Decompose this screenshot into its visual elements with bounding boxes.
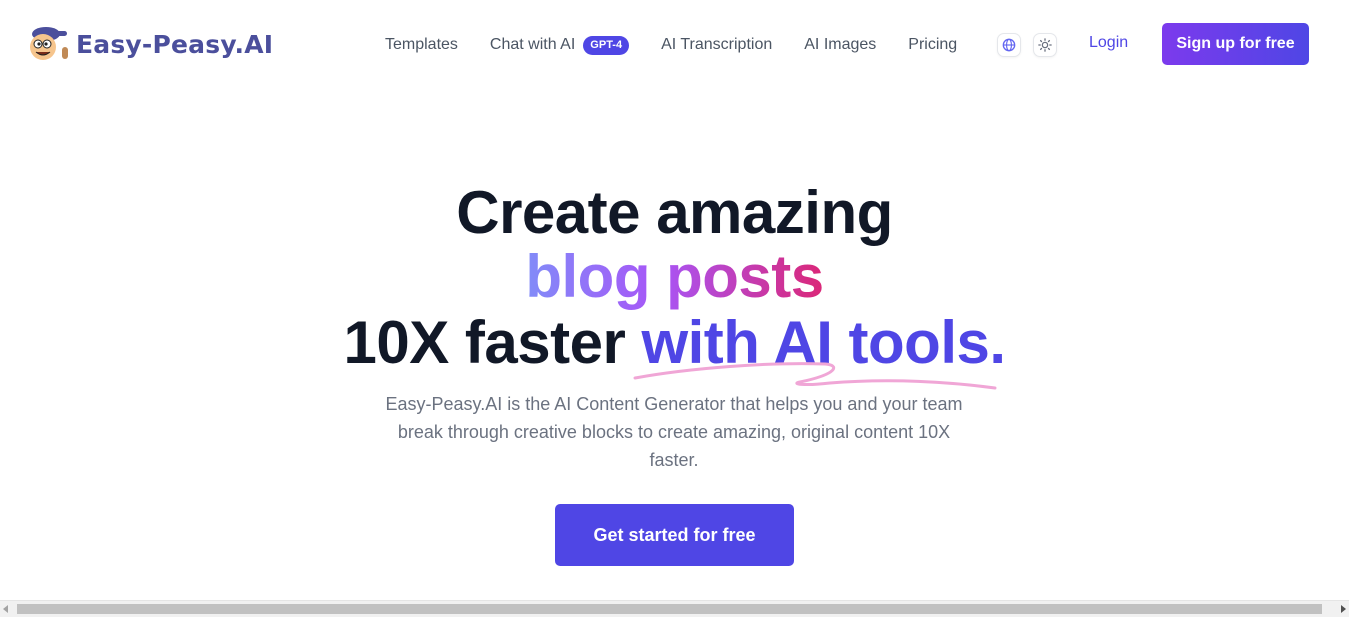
nav-pricing[interactable]: Pricing	[908, 36, 957, 54]
mascot-icon	[30, 27, 68, 60]
brand-name: Easy-Peasy.AI	[76, 29, 274, 59]
hero-line3-plain: 10X faster	[343, 309, 642, 376]
signup-button[interactable]: Sign up for free	[1162, 23, 1309, 65]
nav-chat-label: Chat with AI	[489, 36, 576, 53]
sun-icon	[1038, 38, 1052, 52]
brand-logo[interactable]: Easy-Peasy.AI	[24, 25, 273, 63]
scroll-left-icon[interactable]	[3, 605, 8, 613]
get-started-button[interactable]: Get started for free	[555, 504, 794, 566]
hero-headline-line2: blog posts	[0, 244, 1349, 310]
nav-chat-with-ai[interactable]: Chat with AI GPT-4	[489, 35, 630, 55]
theme-toggle-button[interactable]	[1033, 33, 1057, 57]
language-button[interactable]	[997, 33, 1021, 57]
hero-gradient-text: blog posts	[525, 243, 824, 310]
nav-templates[interactable]: Templates	[385, 36, 458, 54]
nav-ai-transcription[interactable]: AI Transcription	[661, 36, 772, 54]
horizontal-scrollbar[interactable]	[0, 600, 1349, 617]
hero-headline-line1: Create amazing	[456, 179, 893, 246]
site-header: Easy-Peasy.AI Templates Chat with AI GPT…	[0, 0, 1349, 90]
gpt4-badge: GPT-4	[583, 35, 630, 55]
hero-subtitle: Easy-Peasy.AI is the AI Content Generato…	[385, 394, 963, 470]
login-link[interactable]: Login	[1089, 34, 1128, 52]
main-nav: Templates Chat with AI GPT-4 AI Transcri…	[385, 34, 957, 56]
scrollbar-thumb[interactable]	[17, 604, 1322, 614]
scroll-right-icon[interactable]	[1341, 605, 1346, 613]
globe-icon	[1002, 38, 1016, 52]
nav-ai-images[interactable]: AI Images	[804, 36, 876, 54]
